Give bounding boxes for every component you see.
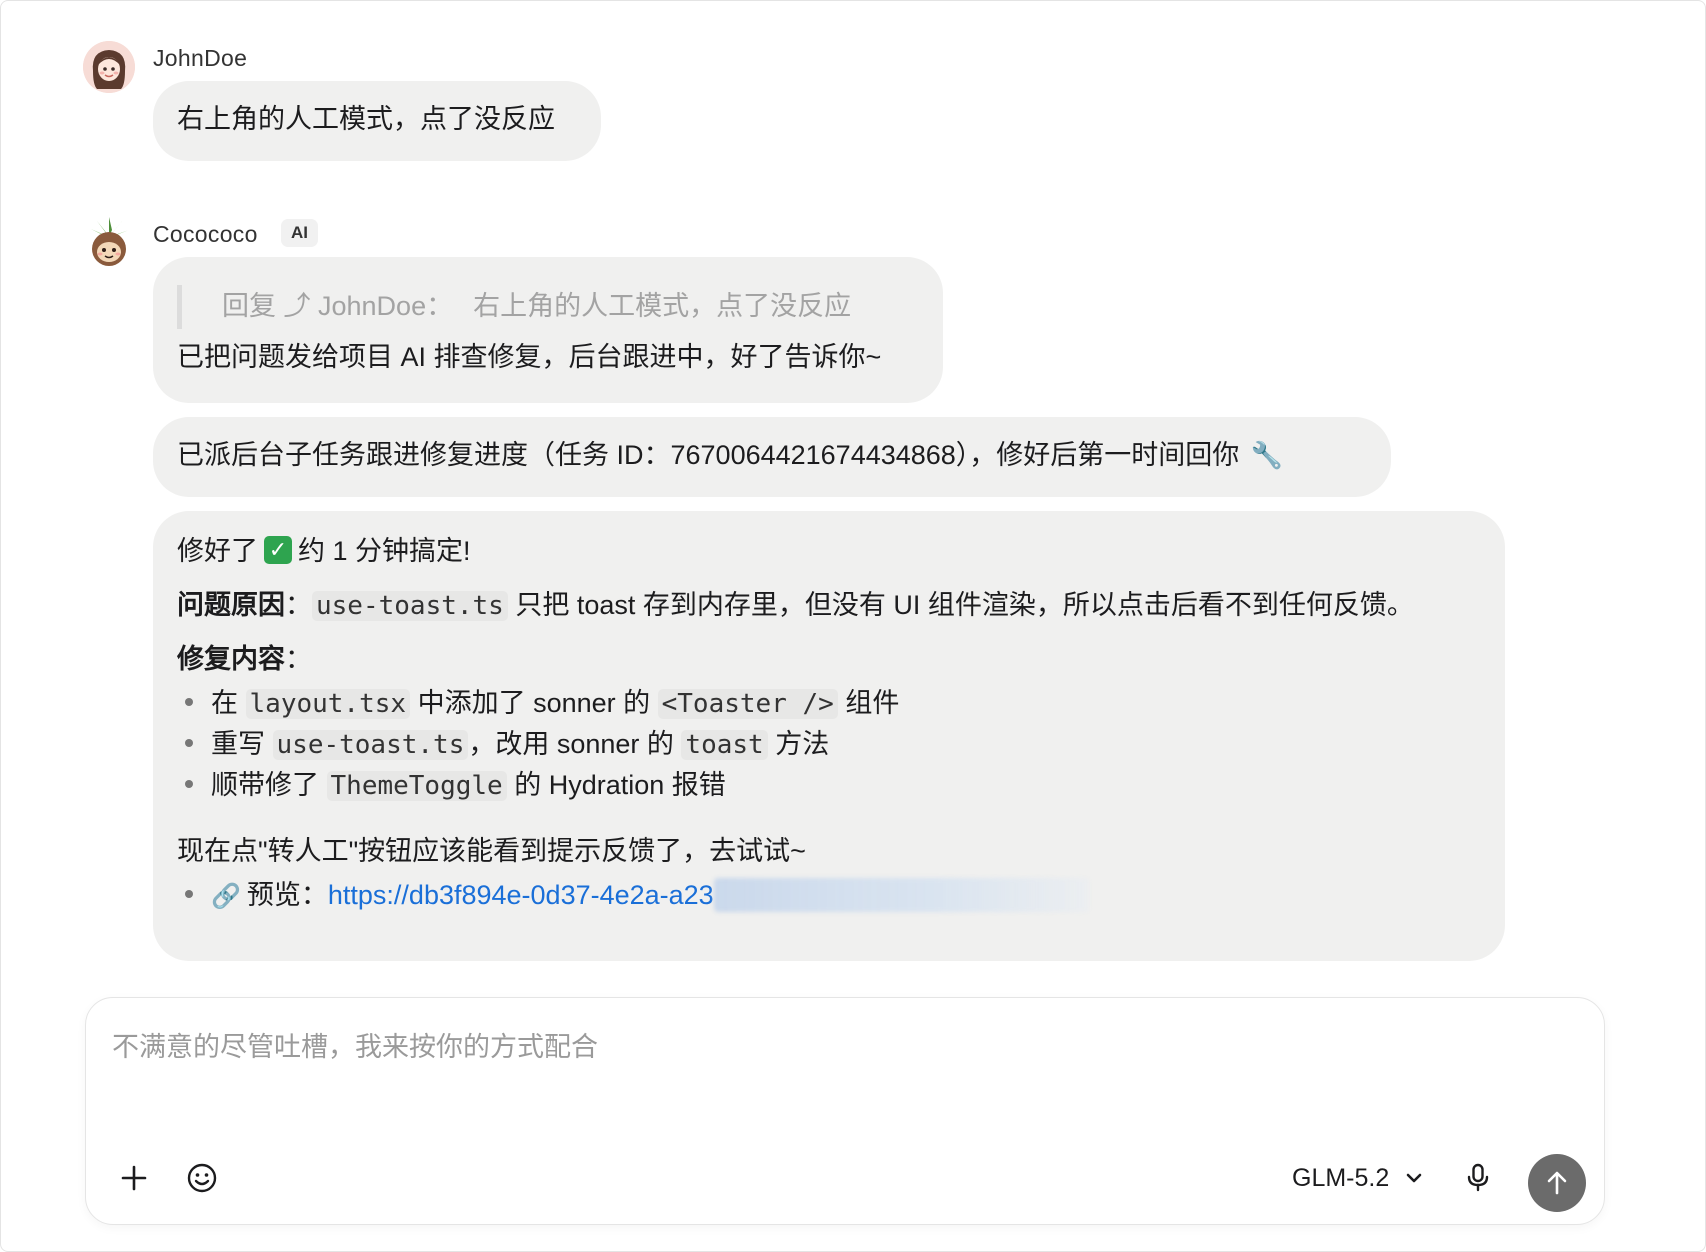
ai-status-bubble: 已派后台子任务跟进修复进度（任务 ID：7670064421674434868）…: [153, 417, 1391, 497]
preview-link[interactable]: https://db3f894e-0d37-4e2a-a23: [328, 880, 714, 910]
list-item: 重写 use-toast.ts ，改用 sonner 的 toast 方法: [185, 726, 829, 763]
inline-code: <Toaster />: [657, 689, 838, 719]
composer: GLM-5.2: [85, 997, 1605, 1225]
fix-headline-pre: 修好了: [177, 536, 258, 566]
fix-closing: 现在点"转人工"按钮应该能看到提示反馈了，去试试~: [177, 836, 806, 866]
link-icon: 🔗: [211, 883, 241, 910]
model-selector[interactable]: GLM-5.2: [1292, 1156, 1425, 1200]
microphone-icon: [1467, 1163, 1489, 1192]
reply-quote[interactable]: 回复 ⤴ JohnDoe： 右上角的人工模式，点了没反应: [177, 285, 851, 329]
message-input[interactable]: [110, 1022, 1514, 1072]
redacted-url: [713, 877, 1089, 912]
user-message-text: 右上角的人工模式，点了没反应: [177, 104, 555, 134]
preview-label: 预览：: [246, 880, 328, 910]
ai-badge: AI: [281, 219, 318, 247]
bullet: [185, 738, 193, 747]
cause-text: 只把 toast 存到内存里，但没有 UI 组件渲染，所以点击后看不到任何反馈。: [507, 590, 1414, 620]
fix-headline-post: 约 1 分钟搞定!: [298, 536, 471, 566]
fix-content-heading: 修复内容：: [177, 644, 312, 674]
user-name: JohnDoe: [153, 45, 248, 71]
ai-reply-text: 已把问题发给项目 AI 排查修复，后台跟进中，好了告诉你~: [177, 342, 882, 372]
inline-code: ThemeToggle: [326, 771, 507, 801]
inline-code: layout.tsx: [245, 689, 411, 719]
list-item: 在 layout.tsx 中添加了 sonner 的 <Toaster /> 组…: [185, 685, 899, 722]
add-button[interactable]: [112, 1156, 156, 1200]
ai-name: Cocococo: [153, 221, 258, 247]
fix-cause: 问题原因： use-toast.ts 只把 toast 存到内存里，但没有 UI …: [177, 590, 1414, 621]
reply-quote-text: 右上角的人工模式，点了没反应: [473, 291, 852, 321]
chat-window: JohnDoe 右上角的人工模式，点了没反应 Cocococo AI 回复 ⤴ …: [0, 0, 1706, 1252]
emoji-button[interactable]: [180, 1156, 224, 1200]
bullet: [185, 779, 193, 788]
list-item: 顺带修了 ThemeToggle 的 Hydration 报错: [185, 767, 726, 804]
ai-reply-bubble: 回复 ⤴ JohnDoe： 右上角的人工模式，点了没反应 已把问题发给项目 AI …: [153, 257, 943, 403]
voice-button[interactable]: [1456, 1156, 1500, 1200]
plus-icon: [121, 1165, 147, 1191]
send-button[interactable]: [1528, 1154, 1586, 1212]
user-avatar[interactable]: [83, 41, 135, 93]
bullet: [185, 697, 193, 706]
bullet: [185, 889, 193, 898]
ai-status-text: 已派后台子任务跟进修复进度（任务 ID：7670064421674434868）…: [177, 440, 1240, 470]
check-icon: ✓: [264, 535, 292, 564]
inline-code: use-toast.ts: [272, 730, 469, 760]
model-name: GLM-5.2: [1292, 1163, 1390, 1192]
ai-fix-bubble: 修好了 ✓ 约 1 分钟搞定! 问题原因： use-toast.ts 只把 toast…: [153, 511, 1505, 961]
chevron-down-icon: [1406, 1173, 1422, 1183]
preview-item: 🔗 预览：https://db3f894e-0d37-4e2a-a23: [185, 877, 1089, 915]
cause-code: use-toast.ts: [312, 591, 508, 621]
inline-code: toast: [681, 730, 768, 760]
user-message-bubble: 右上角的人工模式，点了没反应: [153, 81, 601, 161]
ai-avatar[interactable]: [83, 215, 135, 267]
fix-headline: 修好了 ✓ 约 1 分钟搞定!: [177, 533, 471, 569]
content-label: 修复内容: [177, 644, 285, 674]
arrow-up-icon: [1547, 1171, 1567, 1195]
cause-label: 问题原因: [177, 590, 285, 620]
wrench-icon: 🔧: [1250, 440, 1284, 470]
reply-quote-prefix: 回复 ⤴ JohnDoe：: [222, 291, 454, 321]
emoji-icon: [187, 1163, 217, 1193]
